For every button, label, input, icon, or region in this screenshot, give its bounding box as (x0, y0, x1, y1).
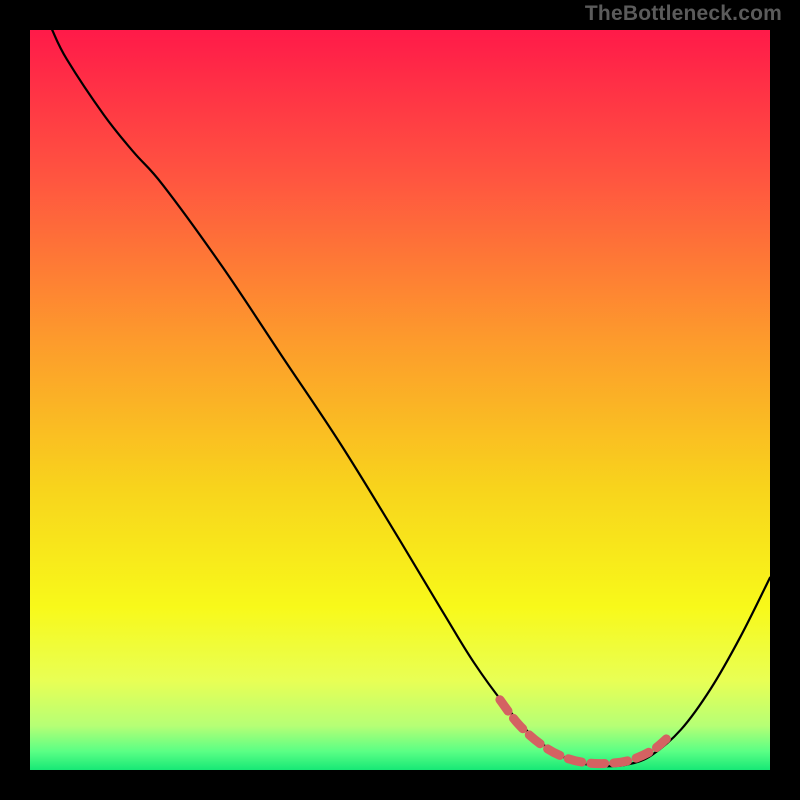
watermark-text: TheBottleneck.com (585, 2, 782, 26)
chart-svg (30, 30, 770, 770)
plot-area (30, 30, 770, 770)
chart-frame: TheBottleneck.com (0, 0, 800, 800)
gradient-background (30, 30, 770, 770)
